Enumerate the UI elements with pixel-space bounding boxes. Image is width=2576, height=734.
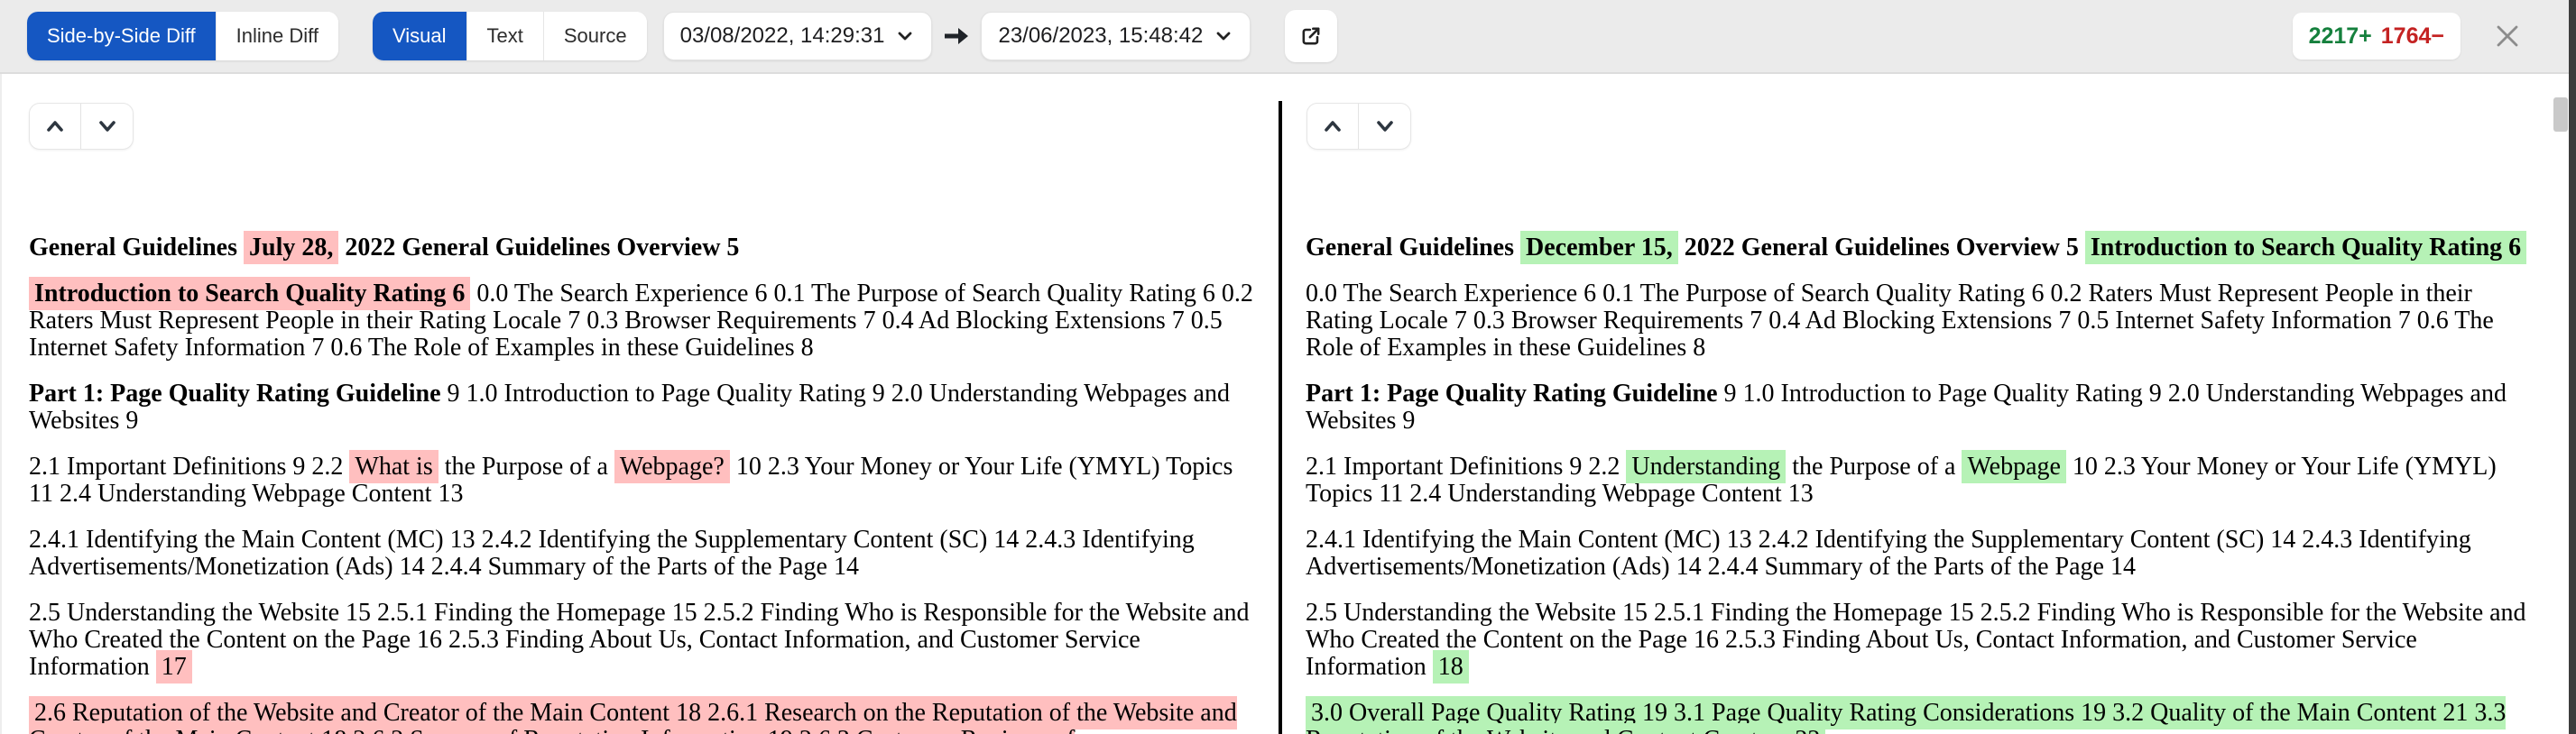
diff-paragraph: 2.5 Understanding the Website 15 2.5.1 F… xyxy=(1306,600,2534,681)
close-button[interactable] xyxy=(2489,18,2525,54)
pane-divider xyxy=(1279,101,1282,734)
added-count: 2217+ xyxy=(2309,23,2372,50)
text-run: the Purpose of a xyxy=(439,453,614,481)
diff-paragraph: 2.4.1 Identifying the Main Content (MC) … xyxy=(1306,527,2534,581)
inserted-text: 18 xyxy=(1433,650,1469,684)
deleted-text: 17 xyxy=(156,650,192,684)
deleted-text: 2.6 Reputation of the Website and Creato… xyxy=(29,696,1237,734)
prev-change-button[interactable] xyxy=(1307,104,1359,149)
diff-paragraph: 2.6 Reputation of the Website and Creato… xyxy=(29,700,1258,734)
side-by-side-diff-button[interactable]: Side-by-Side Diff xyxy=(27,12,217,60)
removed-count: 1764− xyxy=(2381,23,2444,50)
view-mode-switch: Visual Text Source xyxy=(373,12,647,60)
to-date-dropdown[interactable]: 23/06/2023, 15:48:42 xyxy=(981,12,1251,60)
from-date-dropdown[interactable]: 03/08/2022, 14:29:31 xyxy=(663,12,933,60)
diff-paragraph: 0.0 The Search Experience 6 0.1 The Purp… xyxy=(1306,280,2534,362)
inline-diff-button[interactable]: Inline Diff xyxy=(217,12,338,60)
left-change-navigator xyxy=(29,103,134,150)
vertical-scrollbar-thumb[interactable] xyxy=(2553,97,2568,132)
text-run: 2.5 Understanding the Website 15 2.5.1 F… xyxy=(1306,599,2526,681)
diff-content: General Guidelines July 28, 2022 General… xyxy=(0,74,2576,734)
diff-toolbar: Side-by-Side Diff Inline Diff Visual Tex… xyxy=(0,0,2576,74)
diff-paragraph: 3.0 Overall Page Quality Rating 19 3.1 P… xyxy=(1306,700,2534,734)
inserted-text: Webpage xyxy=(1962,450,2065,483)
diff-paragraph: General Guidelines July 28, 2022 General… xyxy=(29,234,1258,261)
diff-paragraph: 2.1 Important Definitions 9 2.2 Understa… xyxy=(1306,454,2534,508)
from-date-value: 03/08/2022, 14:29:31 xyxy=(680,23,885,49)
chevron-down-icon xyxy=(1214,26,1233,46)
deleted-text: What is xyxy=(349,450,438,483)
diff-paragraph: Part 1: Page Quality Rating Guideline 9 … xyxy=(1306,381,2534,435)
text-run: 2.5 Understanding the Website 15 2.5.1 F… xyxy=(29,599,1250,681)
old-document-text: General Guidelines July 28, 2022 General… xyxy=(2,234,1258,734)
old-version-pane: General Guidelines July 28, 2022 General… xyxy=(0,74,1279,734)
next-change-button[interactable] xyxy=(1359,104,1410,149)
deleted-text: Introduction to Search Quality Rating 6 xyxy=(29,277,470,310)
external-link-icon xyxy=(1298,23,1324,49)
text-view-button[interactable]: Text xyxy=(467,12,544,60)
text-run: Part 1: Page Quality Rating Guideline xyxy=(1306,380,1718,408)
text-run: 2.4.1 Identifying the Main Content (MC) … xyxy=(1306,526,2471,581)
text-run: the Purpose of a xyxy=(1786,453,1962,481)
text-run: 2022 General Guidelines Overview 5 xyxy=(338,234,739,261)
inserted-text: Understanding xyxy=(1626,450,1786,483)
arrow-right-icon xyxy=(943,24,970,48)
diff-paragraph: 2.5 Understanding the Website 15 2.5.1 F… xyxy=(29,600,1258,681)
diff-paragraph: 2.4.1 Identifying the Main Content (MC) … xyxy=(29,527,1258,581)
diff-paragraph: Part 1: Page Quality Rating Guideline 9 … xyxy=(29,381,1258,435)
source-view-button[interactable]: Source xyxy=(544,12,647,60)
diff-paragraph: Introduction to Search Quality Rating 6 … xyxy=(29,280,1258,362)
to-date-value: 23/06/2023, 15:48:42 xyxy=(998,23,1203,49)
open-external-button[interactable] xyxy=(1285,10,1337,62)
text-run: 2.1 Important Definitions 9 2.2 xyxy=(1306,453,1626,481)
window-right-edge xyxy=(2569,0,2576,734)
prev-change-button[interactable] xyxy=(30,104,81,149)
right-change-navigator xyxy=(1306,103,1411,150)
diff-paragraph: General Guidelines December 15, 2022 Gen… xyxy=(1306,234,2534,261)
diff-paragraph: 2.1 Important Definitions 9 2.2 What is … xyxy=(29,454,1258,508)
close-icon xyxy=(2492,21,2523,51)
new-document-text: General Guidelines December 15, 2022 Gen… xyxy=(1282,234,2534,734)
text-run: 2.1 Important Definitions 9 2.2 xyxy=(29,453,349,481)
deleted-text: July 28, xyxy=(244,231,338,264)
change-counts-badge: 2217+ 1764− xyxy=(2293,13,2461,60)
next-change-button[interactable] xyxy=(81,104,133,149)
text-run: Part 1: Page Quality Rating Guideline xyxy=(29,380,441,408)
text-run: 2022 General Guidelines Overview 5 xyxy=(1678,234,2085,261)
chevron-down-icon xyxy=(895,26,915,46)
text-run: General Guidelines xyxy=(29,234,244,261)
diff-mode-switch: Side-by-Side Diff Inline Diff xyxy=(27,12,338,60)
inserted-text: Introduction to Search Quality Rating 6 xyxy=(2085,231,2526,264)
inserted-text: 3.0 Overall Page Quality Rating 19 3.1 P… xyxy=(1306,696,2506,734)
inserted-text: December 15, xyxy=(1520,231,1678,264)
deleted-text: Webpage? xyxy=(614,450,730,483)
new-version-pane: General Guidelines December 15, 2022 Gen… xyxy=(1282,74,2576,734)
text-run: 0.0 The Search Experience 6 0.1 The Purp… xyxy=(1306,280,2494,362)
text-run: General Guidelines xyxy=(1306,234,1520,261)
text-run: 2.4.1 Identifying the Main Content (MC) … xyxy=(29,526,1195,581)
visual-view-button[interactable]: Visual xyxy=(373,12,467,60)
